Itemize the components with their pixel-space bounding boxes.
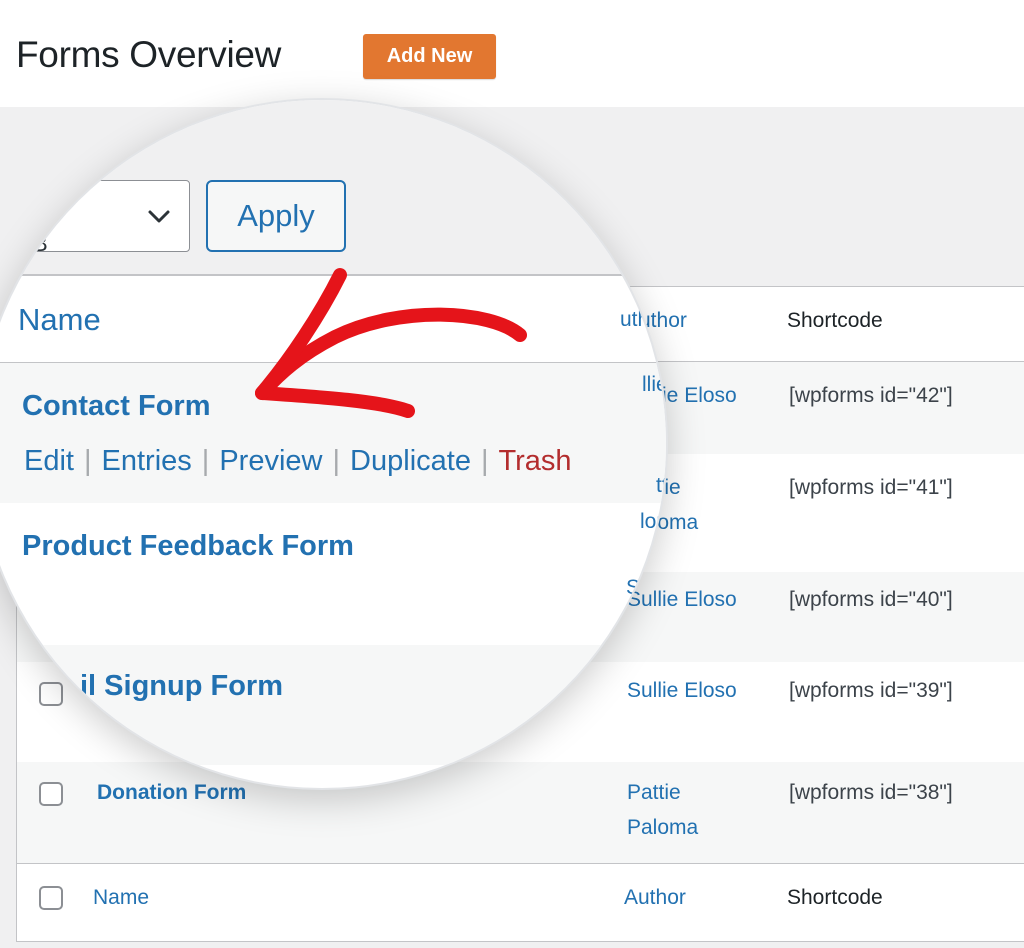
row-shortcode: [wpforms id="42"] [789, 384, 953, 407]
page-title: Forms Overview [16, 34, 282, 75]
trash-action[interactable]: Trash [499, 445, 572, 477]
product-feedback-form-link[interactable]: Product Feedback Form [22, 530, 354, 563]
row-author-magnified[interactable]: loma [640, 510, 666, 534]
row-author-magnified[interactable]: llie Eloso [642, 373, 666, 397]
row-shortcode: [wpforms id="41"] [789, 476, 953, 499]
separator: | [201, 445, 210, 477]
separator: | [83, 445, 92, 477]
duplicate-action[interactable]: Duplicate [350, 445, 471, 477]
page-header: Forms Overview Add New [0, 0, 1024, 107]
bulk-actions-select-fragment: B [33, 231, 48, 252]
row-shortcode: [wpforms id="40"] [789, 588, 953, 611]
footer-name-header[interactable]: Name [93, 886, 149, 910]
email-signup-form-link[interactable]: il Signup Form [80, 670, 283, 703]
add-new-button[interactable]: Add New [363, 34, 496, 79]
column-shortcode-header: Shortcode [787, 309, 883, 332]
table-footer-row: Name Author Shortcode [17, 864, 1024, 940]
annotation-arrow-icon [255, 268, 527, 418]
chevron-down-icon [148, 210, 170, 223]
footer-author-header[interactable]: Author [624, 886, 686, 910]
row-author-magnified[interactable]: Sullie Eloso [626, 576, 666, 600]
row-author-magnified[interactable]: ttie [656, 474, 666, 498]
separator: | [332, 445, 341, 477]
table-row-magnified [0, 645, 666, 765]
bulk-actions-select[interactable]: tions B [18, 180, 190, 252]
apply-button[interactable]: Apply [206, 180, 346, 252]
entries-action[interactable]: Entries [102, 445, 192, 477]
column-name-header-magnified[interactable]: Name [18, 302, 101, 338]
footer-shortcode-header: Shortcode [787, 886, 883, 909]
column-author-header-magnified[interactable]: uthor [620, 308, 666, 332]
row-author-line2[interactable]: Paloma [627, 816, 698, 840]
edit-action[interactable]: Edit [24, 445, 74, 477]
separator: | [480, 445, 489, 477]
row-shortcode: [wpforms id="38"] [789, 781, 953, 804]
preview-action[interactable]: Preview [219, 445, 322, 477]
row-actions: Edit | Entries | Preview | Duplicate | Trash [24, 445, 572, 478]
row-shortcode: [wpforms id="39"] [789, 679, 953, 702]
magnified-view: tions B Apply Name uthor Contact Form ll… [0, 100, 666, 788]
contact-form-link[interactable]: Contact Form [22, 390, 211, 423]
magnifier-lens: tions B Apply Name uthor Contact Form ll… [0, 100, 666, 788]
select-all-checkbox[interactable] [39, 886, 63, 910]
